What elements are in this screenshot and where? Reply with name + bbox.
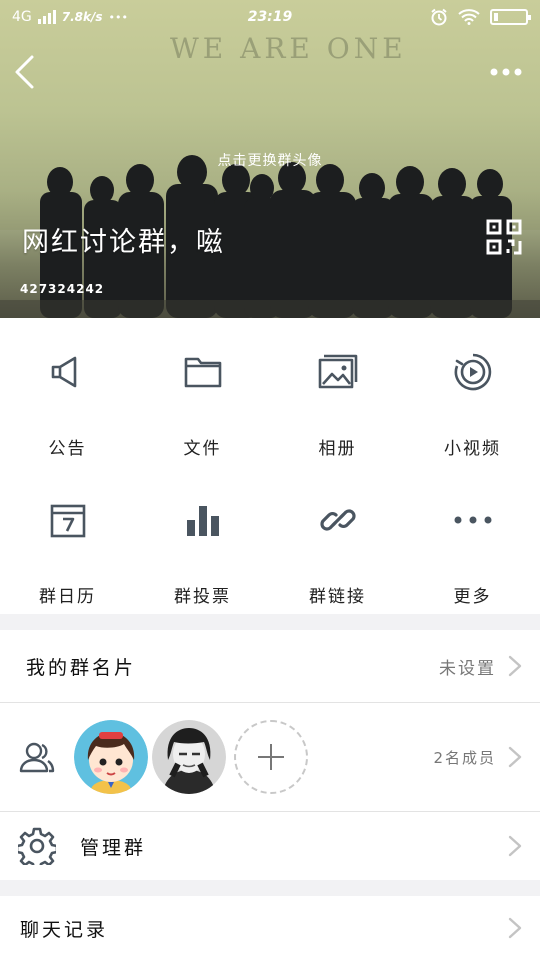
chevron-right-icon [508,655,522,677]
feature-more[interactable]: 更多 [405,466,540,614]
chevron-right-icon [508,746,522,768]
feature-calendar[interactable]: 群日历 [0,466,135,614]
feature-link[interactable]: 群链接 [270,466,405,614]
feature-label: 公告 [48,439,87,459]
anime-character-avatar [152,720,226,794]
qr-code-icon [486,219,522,255]
member-count: 2名成员 [433,748,496,767]
add-member-button[interactable] [234,720,308,794]
more-options-button[interactable] [488,60,528,84]
chevron-right-icon [508,917,522,939]
qr-code-button[interactable] [486,219,522,255]
manage-group-title: 管理群 [80,836,147,859]
clock: 23:19 [247,9,293,25]
feature-label: 群日历 [39,587,96,607]
group-name: 网红讨论群，嗞 [22,227,225,258]
feature-album[interactable]: 相册 [270,318,405,466]
more-dots-icon [490,68,522,76]
group-id: 427324242 [20,282,105,296]
video-play-icon [454,353,491,391]
chat-history-row[interactable]: 聊天记录 [0,896,540,960]
feature-label: 小视频 [444,439,501,459]
calendar-icon [50,504,85,538]
feature-vote[interactable]: 群投票 [135,466,270,614]
more-dots-icon [454,516,491,524]
plus-icon [258,744,284,770]
feature-grid: 公告 文件 相册 小视频 群日历 群投票 群链接 更多 [0,318,540,614]
member-avatar[interactable] [152,720,226,794]
my-group-card-value: 未设置 [439,658,496,679]
members-row[interactable]: 2名成员 [0,703,540,811]
feature-short-video[interactable]: 小视频 [405,318,540,466]
feature-label: 群投票 [174,587,231,607]
feature-label: 相册 [318,439,357,459]
megaphone-icon [51,356,76,388]
chevron-right-icon [508,835,522,857]
feature-label: 群链接 [309,587,366,607]
feature-announcement[interactable]: 公告 [0,318,135,466]
feature-label: 文件 [183,439,222,459]
manage-group-row[interactable]: 管理群 [0,812,540,880]
status-bar: 4G 7.8k/s ••• 23:19 [0,0,540,34]
bar-chart-icon [186,506,219,536]
folder-icon [184,357,221,388]
cartoon-girl-avatar [74,720,148,794]
photo-album-icon [318,354,357,389]
link-icon [319,509,356,531]
feature-label: 更多 [453,587,492,607]
change-avatar-link[interactable]: 点击更换群头像 [0,150,540,170]
battery-icon [490,9,531,25]
my-group-card-row[interactable]: 我的群名片 未设置 [0,630,540,702]
gear-icon [18,827,56,865]
chevron-left-icon [15,55,34,89]
members-icon [19,742,55,773]
cover-banner-text: WE ARE ONE [170,32,407,65]
chat-history-title: 聊天记录 [20,918,109,941]
my-group-card-title: 我的群名片 [26,656,137,679]
back-button[interactable] [8,52,44,92]
feature-files[interactable]: 文件 [135,318,270,466]
member-avatar[interactable] [74,720,148,794]
